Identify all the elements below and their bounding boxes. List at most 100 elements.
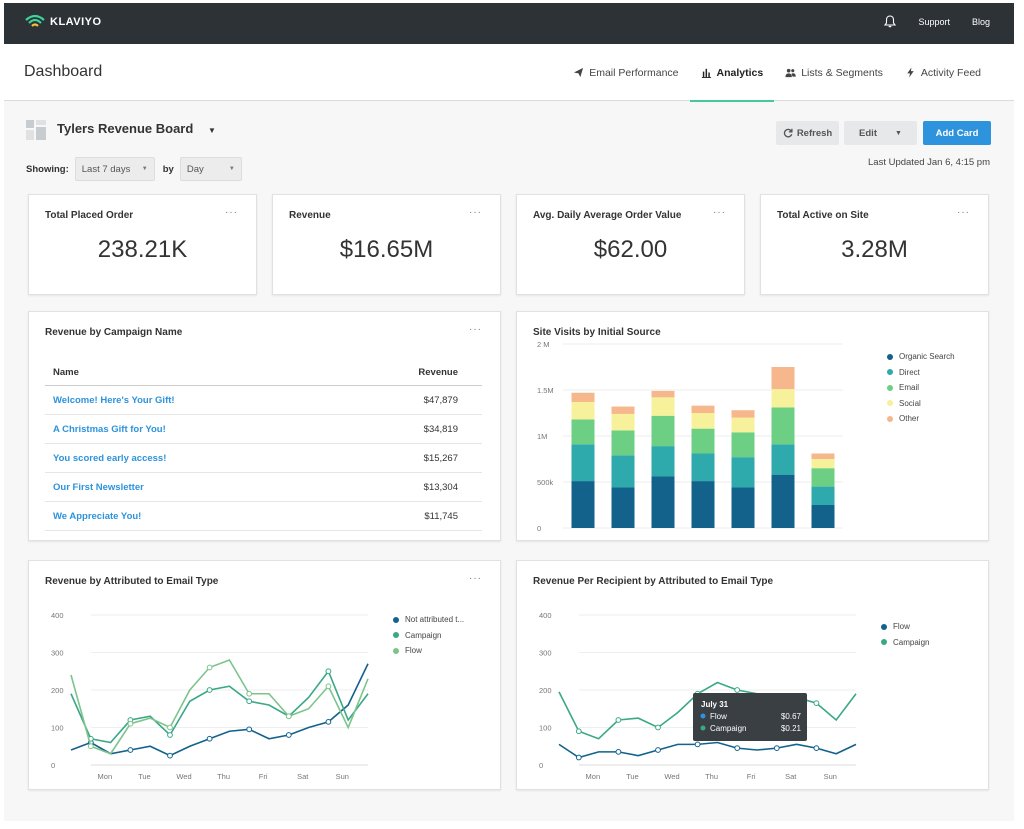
- campaign-link[interactable]: Welcome! Here's Your Gift!: [45, 385, 333, 415]
- bar-segment: [691, 481, 715, 528]
- data-point: [655, 724, 661, 731]
- bar-segment: [651, 446, 675, 477]
- legend-item[interactable]: Campaign: [881, 635, 929, 651]
- legend-swatch: [887, 384, 893, 391]
- legend-swatch: [887, 415, 893, 422]
- board-grid-icon: [26, 120, 46, 140]
- support-link[interactable]: Support: [918, 17, 950, 27]
- bell-icon[interactable]: [884, 15, 897, 28]
- legend-item[interactable]: Organic Search: [887, 349, 955, 365]
- more-options-icon[interactable]: ···: [469, 573, 482, 584]
- legend-swatch: [887, 369, 893, 376]
- tooltip-swatch: [700, 725, 706, 731]
- x-tick-label: Mon: [98, 772, 113, 781]
- x-tick-label: Tue: [626, 772, 639, 781]
- column-header-name[interactable]: Name: [45, 360, 333, 386]
- card-title: Total Active on Site: [777, 210, 869, 221]
- bar-segment: [731, 410, 755, 418]
- tab-activity-feed[interactable]: Activity Feed: [894, 44, 992, 101]
- bar-segment: [731, 457, 755, 488]
- campaign-link[interactable]: Our First Newsletter: [45, 472, 333, 502]
- tab-lists-segments[interactable]: Lists & Segments: [774, 44, 894, 101]
- legend-item[interactable]: Other: [887, 411, 955, 427]
- data-point: [325, 683, 332, 690]
- legend-item[interactable]: Not attributed t...: [393, 612, 464, 628]
- legend-item[interactable]: Email: [887, 380, 955, 396]
- card-title: Avg. Daily Average Order Value: [533, 210, 682, 221]
- y-tick-label: 300: [539, 649, 552, 658]
- y-tick-label: 2 M: [537, 340, 550, 349]
- data-point: [167, 732, 173, 738]
- chevron-down-icon: ▼: [895, 129, 902, 137]
- bar-segment: [651, 397, 675, 416]
- klaviyo-logo[interactable]: KLAVIYO: [24, 14, 102, 30]
- tab-analytics[interactable]: Analytics: [689, 44, 775, 102]
- data-point: [813, 745, 820, 752]
- x-tick-label: Tue: [138, 772, 151, 781]
- legend-item[interactable]: Flow: [393, 643, 464, 659]
- more-options-icon[interactable]: ···: [713, 207, 726, 218]
- legend-item[interactable]: Direct: [887, 365, 955, 381]
- table-row: We Appreciate You! $11,745: [45, 501, 482, 531]
- data-point: [206, 687, 213, 693]
- data-point: [285, 713, 292, 720]
- campaign-link[interactable]: You scored early access!: [45, 443, 333, 473]
- board-caret-icon[interactable]: ▼: [208, 126, 216, 135]
- y-tick-label: 1M: [537, 432, 547, 441]
- add-card-button[interactable]: Add Card: [923, 121, 991, 145]
- top-bar: KLAVIYO Support Blog: [4, 3, 1014, 44]
- data-point: [734, 687, 741, 693]
- data-point: [87, 743, 94, 750]
- campaign-link[interactable]: A Christmas Gift for You!: [45, 414, 333, 444]
- edit-label: Edit: [859, 127, 877, 139]
- campaign-link[interactable]: We Appreciate You!: [45, 501, 333, 531]
- page-title: Dashboard: [24, 63, 103, 80]
- data-point: [734, 745, 741, 752]
- data-point: [246, 690, 253, 697]
- more-options-icon[interactable]: ···: [469, 324, 482, 335]
- bar-segment: [651, 390, 675, 398]
- edit-button[interactable]: Edit ▼: [844, 121, 917, 145]
- bar-segment: [731, 487, 755, 528]
- more-options-icon[interactable]: ···: [225, 207, 238, 218]
- revenue-cell: $47,879: [332, 385, 482, 415]
- table-row: Our First Newsletter $13,304: [45, 472, 482, 502]
- data-point: [694, 741, 701, 748]
- tooltip-label: Flow: [710, 712, 727, 721]
- table-row: Welcome! Here's Your Gift! $47,879: [45, 385, 482, 415]
- metric-card-orders: Total Placed Order ··· 238.21K: [28, 194, 257, 295]
- header-tabs: Email Performance Analytics Lists & Segm…: [562, 44, 992, 102]
- paper-plane-icon: [574, 67, 584, 78]
- legend-item[interactable]: Campaign: [393, 628, 464, 644]
- range-select[interactable]: Last 7 days ▼: [74, 157, 155, 181]
- data-point: [246, 726, 253, 733]
- data-point: [615, 717, 622, 723]
- card-title: Revenue: [289, 210, 331, 221]
- legend-label: Flow: [893, 622, 910, 632]
- revenue-cell: $15,267: [332, 443, 482, 473]
- board-name[interactable]: Tylers Revenue Board: [57, 121, 193, 136]
- revenue-per-recipient-card: Revenue Per Recipient by Attributed to E…: [516, 560, 989, 790]
- column-header-revenue[interactable]: Revenue: [332, 360, 482, 386]
- tab-email-performance[interactable]: Email Performance: [562, 44, 689, 101]
- table-header-row: Name Revenue: [45, 360, 482, 386]
- bar-segment: [811, 505, 835, 528]
- more-options-icon[interactable]: ···: [469, 207, 482, 218]
- y-tick-label: 1.5M: [537, 386, 554, 395]
- more-options-icon[interactable]: ···: [957, 207, 970, 218]
- table-row: You scored early access! $15,267: [45, 443, 482, 473]
- bar-chart-icon: [701, 68, 711, 78]
- data-point: [206, 735, 213, 742]
- tooltip-value: $0.21: [781, 724, 802, 733]
- blog-link[interactable]: Blog: [972, 17, 990, 27]
- site-visits-card: Site Visits by Initial Source 0 500k 1M 1.5…: [516, 311, 989, 541]
- chevron-down-icon: ▼: [141, 166, 148, 172]
- legend-label: Email: [899, 383, 920, 393]
- interval-select[interactable]: Day ▼: [179, 157, 242, 181]
- legend-item[interactable]: Social: [887, 396, 955, 412]
- refresh-button[interactable]: Refresh: [776, 121, 839, 145]
- x-tick-label: Fri: [259, 772, 268, 781]
- bar-segment: [811, 468, 835, 487]
- legend-item[interactable]: Flow: [881, 619, 929, 635]
- bar-segment: [571, 444, 595, 482]
